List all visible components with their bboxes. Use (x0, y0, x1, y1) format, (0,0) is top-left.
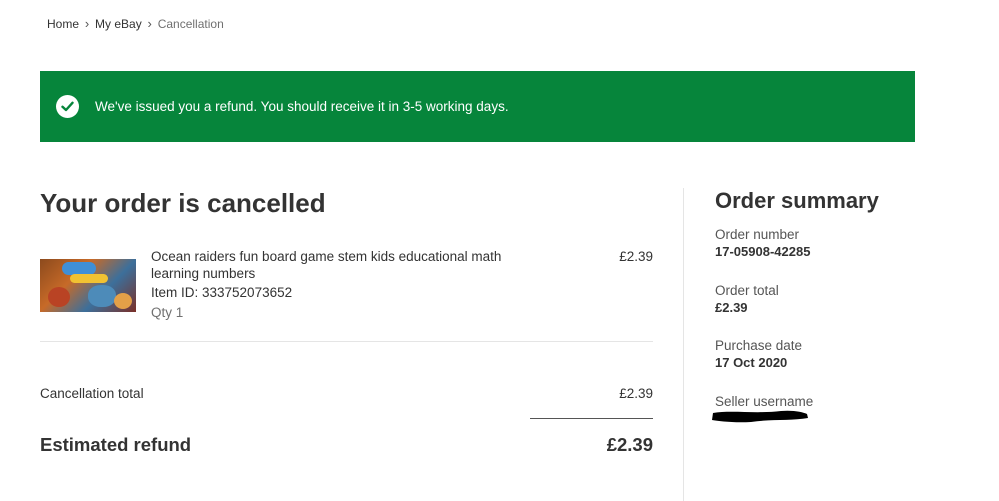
estimated-refund-label: Estimated refund (40, 434, 192, 455)
order-number-label: Order number (715, 227, 800, 242)
order-total-value: £2.39 (715, 300, 748, 315)
purchase-date-value: 17 Oct 2020 (715, 355, 788, 370)
order-total-label: Order total (715, 283, 779, 298)
refund-success-banner: We've issued you a refund. You should re… (40, 71, 915, 142)
divider (40, 341, 653, 342)
order-number-value: 17-05908-42285 (715, 244, 811, 259)
totals-divider (530, 418, 653, 419)
item-title[interactable]: Ocean raiders fun board game stem kids e… (151, 249, 531, 282)
seller-username-redaction (712, 410, 808, 423)
breadcrumb-current: Cancellation (157, 17, 224, 31)
banner-message: We've issued you a refund. You should re… (95, 99, 509, 114)
breadcrumb-my-ebay-link[interactable]: My eBay (95, 17, 142, 31)
estimated-refund-value: £2.39 (606, 434, 653, 455)
breadcrumb-home-link[interactable]: Home (47, 17, 79, 31)
column-divider (683, 188, 684, 501)
seller-username-label: Seller username (715, 394, 814, 409)
cancellation-total-value: £2.39 (619, 386, 653, 401)
item-thumbnail[interactable] (40, 259, 136, 312)
item-price: £2.39 (619, 249, 653, 264)
purchase-date-label: Purchase date (715, 338, 803, 353)
item-quantity: Qty 1 (151, 305, 184, 320)
check-circle-icon (56, 95, 79, 118)
breadcrumb: Home › My eBay › Cancellation (47, 16, 224, 32)
cancellation-total-label: Cancellation total (40, 386, 144, 401)
item-id: Item ID: 333752073652 (151, 285, 293, 300)
chevron-right-icon: › (84, 16, 90, 31)
order-summary-title: Order summary (715, 188, 879, 213)
page-title: Your order is cancelled (40, 188, 326, 218)
chevron-right-icon: › (147, 16, 152, 31)
